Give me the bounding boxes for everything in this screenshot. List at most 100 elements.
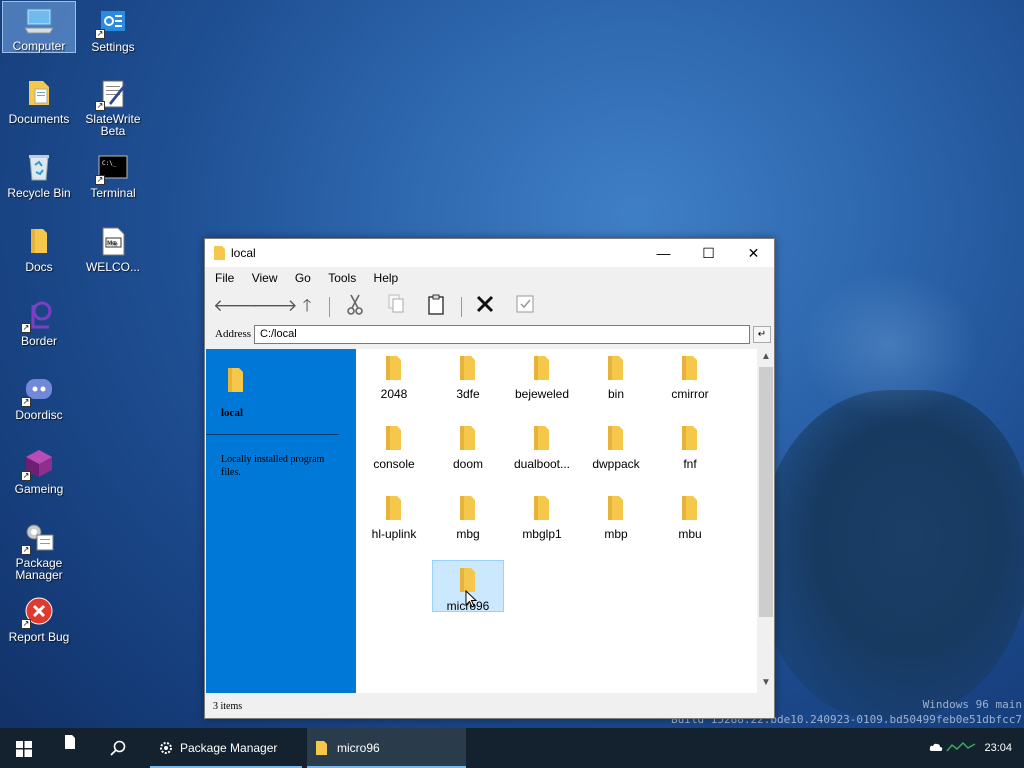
window-titlebar[interactable]: local — ☐ ✕ [205, 239, 774, 267]
folder-item[interactable]: cmirror [654, 349, 726, 401]
wallpaper-shape [760, 390, 1024, 720]
menu-tools[interactable]: Tools [328, 267, 356, 289]
menu-bar: File View Go Tools Help [205, 267, 774, 289]
shortcut-arrow-icon: ↗ [95, 175, 105, 185]
desktop-icon-recycle-bin[interactable]: Recycle Bin [2, 149, 76, 199]
paste-icon[interactable] [422, 293, 450, 319]
info-side-panel: local Locally installed program files. [206, 349, 356, 693]
folder-item[interactable]: console [358, 419, 430, 471]
vertical-scrollbar[interactable]: ▲ ▼ [757, 349, 774, 693]
folder-item[interactable]: 2048 [358, 349, 430, 401]
folder-label: bejeweled [514, 387, 570, 401]
folder-label: mbg [456, 527, 480, 541]
close-button[interactable]: ✕ [731, 239, 776, 267]
desktop-icon-border[interactable]: ↗ Border [2, 297, 76, 347]
status-text: 3 items [213, 701, 243, 712]
folder-item[interactable]: 3dfe [432, 349, 504, 401]
desktop-icon-label: WELCO... [85, 260, 140, 274]
folder-icon [606, 495, 626, 521]
menu-help[interactable]: Help [374, 267, 399, 289]
folder-icon [680, 425, 700, 451]
desktop-icon-settings[interactable]: ↗ Settings [76, 3, 150, 53]
settings-icon: ↗ [95, 5, 129, 39]
address-input[interactable]: C:/local [254, 325, 750, 344]
folder-label: mbp [604, 527, 628, 541]
properties-icon[interactable] [511, 293, 539, 319]
folder-item[interactable]: bejeweled [506, 349, 578, 401]
desktop-icon-slatewrite[interactable]: ↗ SlateWrite Beta [76, 75, 150, 137]
folder-label: mbglp1 [522, 527, 562, 541]
desktop-icon-label: Docs [25, 260, 53, 274]
desktop-icon-package-manager[interactable]: ↗ Package Manager [2, 519, 76, 581]
address-label: Address [215, 328, 252, 340]
windows-logo-icon [16, 741, 32, 757]
folder-item[interactable]: doom [432, 419, 504, 471]
folder-item[interactable]: bin [580, 349, 652, 401]
toolbar: 🡐 🡒 🡑 [205, 289, 774, 323]
folder-item[interactable]: dualboot... [506, 419, 578, 471]
taskbar-clock: 23:04 [984, 742, 1012, 754]
folder-item[interactable]: hl-uplink [358, 489, 430, 541]
side-panel-description: Locally installed program files. [221, 454, 325, 478]
folder-item[interactable]: mbg [432, 489, 504, 541]
menu-go[interactable]: Go [295, 267, 311, 289]
shortcut-arrow-icon: ↗ [21, 323, 31, 333]
taskbar-item-micro96[interactable]: micro96 [307, 728, 466, 768]
search-button[interactable] [96, 728, 140, 768]
folder-label: mbu [678, 527, 702, 541]
desktop-icon-documents[interactable]: Documents [2, 75, 76, 125]
folder-label: hl-uplink [371, 527, 417, 541]
tray-area[interactable] [926, 728, 982, 768]
scroll-down-icon[interactable]: ▼ [759, 677, 773, 691]
taskbar: Package Manager micro96 23:04 [0, 728, 1024, 768]
desktop-icon-welcome[interactable]: M⊕ WELCO... [76, 223, 150, 273]
desktop-icon-label: Settings [91, 40, 135, 54]
start-button[interactable] [0, 728, 48, 768]
copy-icon[interactable] [382, 293, 410, 319]
folder-item[interactable]: mbu [654, 489, 726, 541]
back-arrow-icon[interactable]: 🡐 [213, 293, 259, 319]
desktop-icon-label: Computer [12, 39, 66, 53]
desktop-icon-report-bug[interactable]: ↗ Report Bug [2, 593, 76, 643]
minimize-button[interactable]: — [641, 239, 686, 267]
mouse-cursor-icon [465, 589, 478, 608]
game-cube-icon: ↗ [21, 447, 55, 481]
menu-view[interactable]: View [252, 267, 278, 289]
address-go-button[interactable]: ↵ [753, 326, 771, 343]
folder-icon [458, 495, 478, 521]
folder-icon [532, 355, 552, 381]
folder-icon [384, 425, 404, 451]
cloud-icon [929, 743, 943, 751]
maximize-button[interactable]: ☐ [686, 239, 731, 267]
delete-icon[interactable] [471, 293, 499, 319]
menu-file[interactable]: File [215, 267, 234, 289]
folder-icon [606, 425, 626, 451]
documents-folder-icon [23, 77, 55, 109]
folder-item[interactable]: dwppack [580, 419, 652, 471]
folder-item[interactable]: fnf [654, 419, 726, 471]
desktop-icon-terminal[interactable]: C:\_ ↗ Terminal [76, 149, 150, 199]
desktop-icon-label: Documents [8, 112, 70, 126]
folder-label: bin [607, 387, 624, 401]
cut-icon[interactable] [341, 293, 369, 319]
desktop-icon-gameing[interactable]: ↗ Gameing [2, 445, 76, 495]
forward-arrow-icon[interactable]: 🡒 [252, 293, 298, 319]
file-explorer-window[interactable]: local — ☐ ✕ File View Go Tools Help 🡐 🡒 … [204, 238, 775, 719]
terminal-icon: C:\_ ↗ [95, 151, 129, 185]
notes-button[interactable] [48, 728, 92, 768]
taskbar-item-label: Package Manager [180, 741, 278, 755]
scroll-thumb[interactable] [759, 367, 773, 617]
folder-item[interactable]: mbp [580, 489, 652, 541]
folder-item[interactable]: mbglp1 [506, 489, 578, 541]
taskbar-item-package-manager[interactable]: Package Manager [150, 728, 302, 768]
up-arrow-icon[interactable]: 🡑 [293, 293, 321, 319]
desktop-icon-label: Recycle Bin [7, 186, 71, 200]
desktop-icon-docs[interactable]: Docs [2, 223, 76, 273]
scroll-up-icon[interactable]: ▲ [759, 351, 773, 365]
folder-icon [384, 355, 404, 381]
border-icon: ↗ [21, 299, 55, 333]
desktop-icon-computer[interactable]: Computer [2, 1, 76, 53]
address-bar: Address C:/local ↵ [205, 323, 774, 347]
folder-icon [213, 245, 227, 261]
desktop-icon-doordisc[interactable]: ↗ Doordisc [2, 371, 76, 421]
